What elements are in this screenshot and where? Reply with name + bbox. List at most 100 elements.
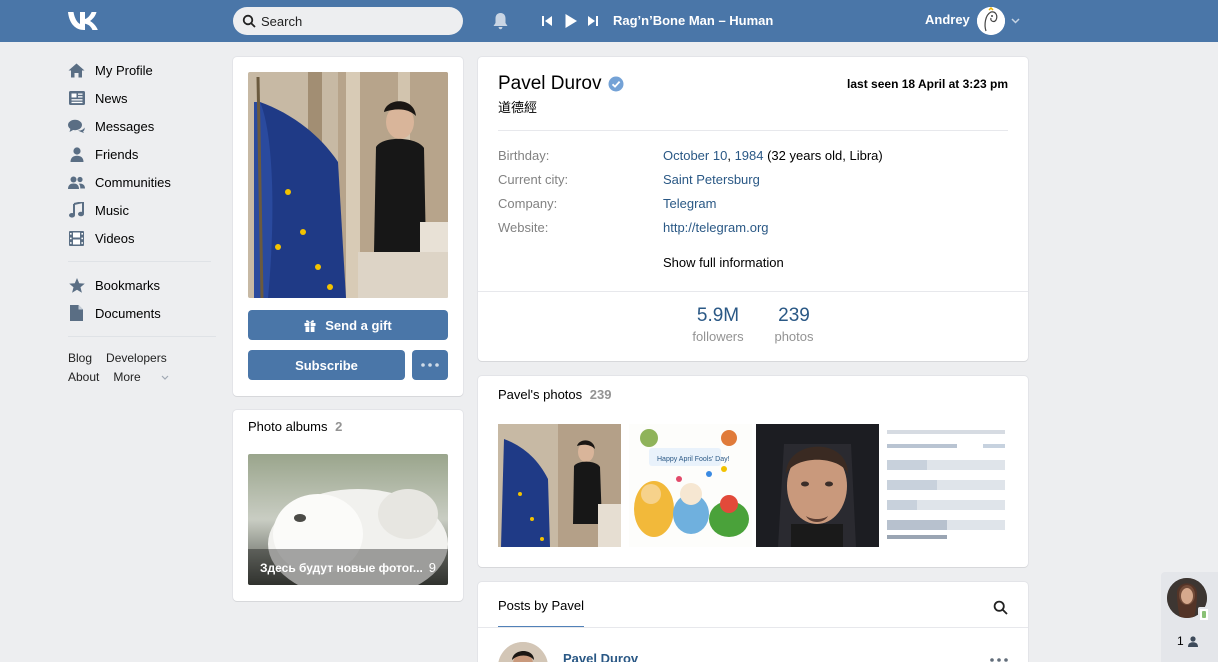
sidebar-item-label: News — [95, 90, 128, 106]
photos-counter[interactable]: 239 photos — [766, 305, 822, 347]
bell-icon[interactable] — [492, 12, 509, 30]
photos-header[interactable]: Pavel's photos 239 — [498, 387, 611, 402]
more-link[interactable]: More — [113, 370, 169, 384]
profile-status[interactable]: 道德經 — [498, 97, 537, 116]
more-actions-button[interactable] — [412, 350, 448, 380]
play-icon[interactable] — [564, 13, 578, 29]
profile-photo-card: Send a gift Subscribe — [233, 57, 463, 396]
messages-icon — [68, 118, 85, 135]
sidebar-item-label: Videos — [95, 230, 135, 246]
sidebar-item-news[interactable]: News — [68, 84, 218, 112]
more-dots-icon[interactable] — [990, 658, 1008, 662]
top-bar: Rag’n’Bone Man – Human Andrey — [0, 0, 1218, 42]
sidebar-item-videos[interactable]: Videos — [68, 224, 218, 252]
developers-link[interactable]: Developers — [106, 351, 167, 365]
sidebar-item-label: My Profile — [95, 62, 153, 78]
next-track-icon[interactable] — [587, 13, 599, 29]
post-author-name[interactable]: Pavel Durov — [563, 651, 638, 662]
sidebar-item-label: Friends — [95, 146, 139, 162]
chevron-down-icon — [161, 375, 169, 381]
left-sidebar: My Profile News Messages Friends Communi… — [68, 56, 218, 387]
sidebar-footer-links: Blog Developers About More — [68, 349, 218, 387]
home-icon — [68, 62, 85, 79]
birthday-year-link[interactable]: 1984 — [735, 148, 764, 163]
info-divider — [498, 130, 1008, 131]
city-label: Current city: — [498, 172, 569, 187]
now-playing-track[interactable]: Rag’n’Bone Man – Human — [613, 13, 773, 28]
more-link-label: More — [113, 370, 141, 384]
username[interactable]: Andrey — [925, 12, 970, 27]
website-link[interactable]: http://telegram.org — [663, 220, 769, 235]
music-note-icon — [68, 202, 85, 219]
user-avatar[interactable] — [977, 7, 1005, 35]
person-icon — [1187, 635, 1198, 647]
company-link[interactable]: Telegram — [663, 196, 716, 211]
sidebar-item-bookmarks[interactable]: Bookmarks — [68, 271, 218, 299]
profile-name-row: Pavel Durov — [498, 73, 624, 95]
birthday-date-link[interactable]: October 10 — [663, 148, 727, 163]
search-icon — [242, 14, 256, 28]
albums-header[interactable]: Photo albums 2 — [248, 419, 342, 434]
photo-albums-card: Photo albums 2 Здесь будут новые фотог..… — [233, 410, 463, 601]
photos-total: 239 — [589, 387, 612, 402]
website-label: Website: — [498, 220, 549, 235]
chat-widget[interactable]: 1 — [1161, 572, 1218, 662]
profile-photo-image — [248, 72, 448, 298]
sidebar-divider — [68, 336, 216, 337]
chevron-down-icon[interactable] — [1011, 18, 1020, 24]
photo-thumbnail[interactable] — [498, 424, 621, 547]
sidebar-item-label: Messages — [95, 118, 155, 134]
album-name: Здесь будут новые фотог... — [260, 561, 423, 575]
person-icon — [68, 146, 85, 163]
gift-icon — [304, 319, 316, 332]
photo-image — [756, 424, 879, 547]
sidebar-item-communities[interactable]: Communities — [68, 168, 218, 196]
verified-icon — [608, 76, 623, 92]
stats-divider — [478, 291, 1028, 292]
followers-count: 5.9M — [696, 305, 740, 326]
communities-icon — [68, 174, 85, 191]
tab-posts-by-pavel[interactable]: Posts by Pavel — [498, 582, 584, 628]
search-box[interactable] — [233, 7, 463, 35]
news-icon — [68, 90, 85, 107]
followers-label: followers — [692, 329, 744, 344]
sidebar-item-messages[interactable]: Messages — [68, 112, 218, 140]
send-gift-label: Send a gift — [325, 317, 392, 333]
blog-link[interactable]: Blog — [68, 351, 92, 365]
followers-counter[interactable]: 5.9M followers — [684, 305, 752, 347]
about-link[interactable]: About — [68, 370, 99, 384]
show-full-info-link[interactable]: Show full information — [663, 255, 784, 270]
city-link[interactable]: Saint Petersburg — [663, 172, 760, 187]
vk-logo-icon[interactable] — [66, 9, 102, 33]
previous-track-icon[interactable] — [541, 13, 553, 29]
send-gift-button[interactable]: Send a gift — [248, 310, 448, 340]
sidebar-item-label: Communities — [95, 174, 171, 190]
posts-card: Posts by Pavel Pavel Durov — [478, 582, 1028, 662]
birthday-comma: , — [727, 148, 735, 163]
album-thumbnail[interactable]: Здесь будут новые фотог... 9 — [248, 454, 448, 585]
post-author-avatar[interactable] — [498, 642, 548, 662]
search-input[interactable] — [261, 7, 456, 35]
photo-thumbnail[interactable]: Happy April Fools' Day! — [629, 424, 752, 547]
avatar-image — [498, 642, 548, 662]
photo-thumbnail[interactable] — [883, 424, 1008, 547]
sidebar-item-music[interactable]: Music — [68, 196, 218, 224]
search-icon[interactable] — [993, 600, 1008, 615]
sidebar-item-documents[interactable]: Documents — [68, 299, 218, 327]
sidebar-item-my-profile[interactable]: My Profile — [68, 56, 218, 84]
photo-image — [498, 424, 621, 547]
last-seen: last seen 18 April at 3:23 pm — [847, 77, 1008, 91]
subscribe-button[interactable]: Subscribe — [248, 350, 405, 380]
sidebar-item-label: Documents — [95, 305, 161, 321]
sidebar-item-friends[interactable]: Friends — [68, 140, 218, 168]
birthday-label: Birthday: — [498, 148, 550, 163]
online-dot — [1202, 611, 1206, 618]
albums-title: Photo albums — [248, 419, 328, 434]
profile-photo[interactable] — [248, 72, 448, 298]
profile-info-card: Pavel Durov 道德經 last seen 18 April at 3:… — [478, 57, 1028, 361]
albums-count: 2 — [335, 419, 343, 434]
online-indicator — [1198, 607, 1210, 622]
posts-tabs-divider — [478, 627, 1028, 628]
photo-thumbnail[interactable] — [756, 424, 879, 547]
chat-count: 1 — [1177, 634, 1184, 648]
